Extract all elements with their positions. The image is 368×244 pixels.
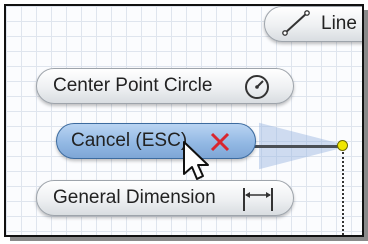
sketch-point[interactable] xyxy=(337,140,348,151)
sketch-canvas[interactable]: Line Center Point Circle Cancel (ESC) Ge… xyxy=(4,4,364,237)
x-icon xyxy=(210,132,230,152)
inference-line xyxy=(342,152,344,235)
center-point-circle-button[interactable]: Center Point Circle xyxy=(36,68,294,104)
general-dimension-label: General Dimension xyxy=(53,187,216,208)
cancel-button[interactable]: Cancel (ESC) xyxy=(56,123,256,159)
line-tool-icon xyxy=(282,10,310,36)
rubber-band-line xyxy=(254,145,342,148)
general-dimension-button[interactable]: General Dimension xyxy=(36,180,294,216)
frame-shadow xyxy=(364,10,368,240)
mouse-pointer-icon xyxy=(183,141,209,180)
cancel-label: Cancel (ESC) xyxy=(71,130,188,151)
line-button[interactable]: Line xyxy=(264,6,362,42)
frame-shadow xyxy=(10,237,368,241)
circle-icon xyxy=(245,75,269,99)
dimension-icon xyxy=(243,188,273,211)
center-point-circle-label: Center Point Circle xyxy=(53,75,213,96)
